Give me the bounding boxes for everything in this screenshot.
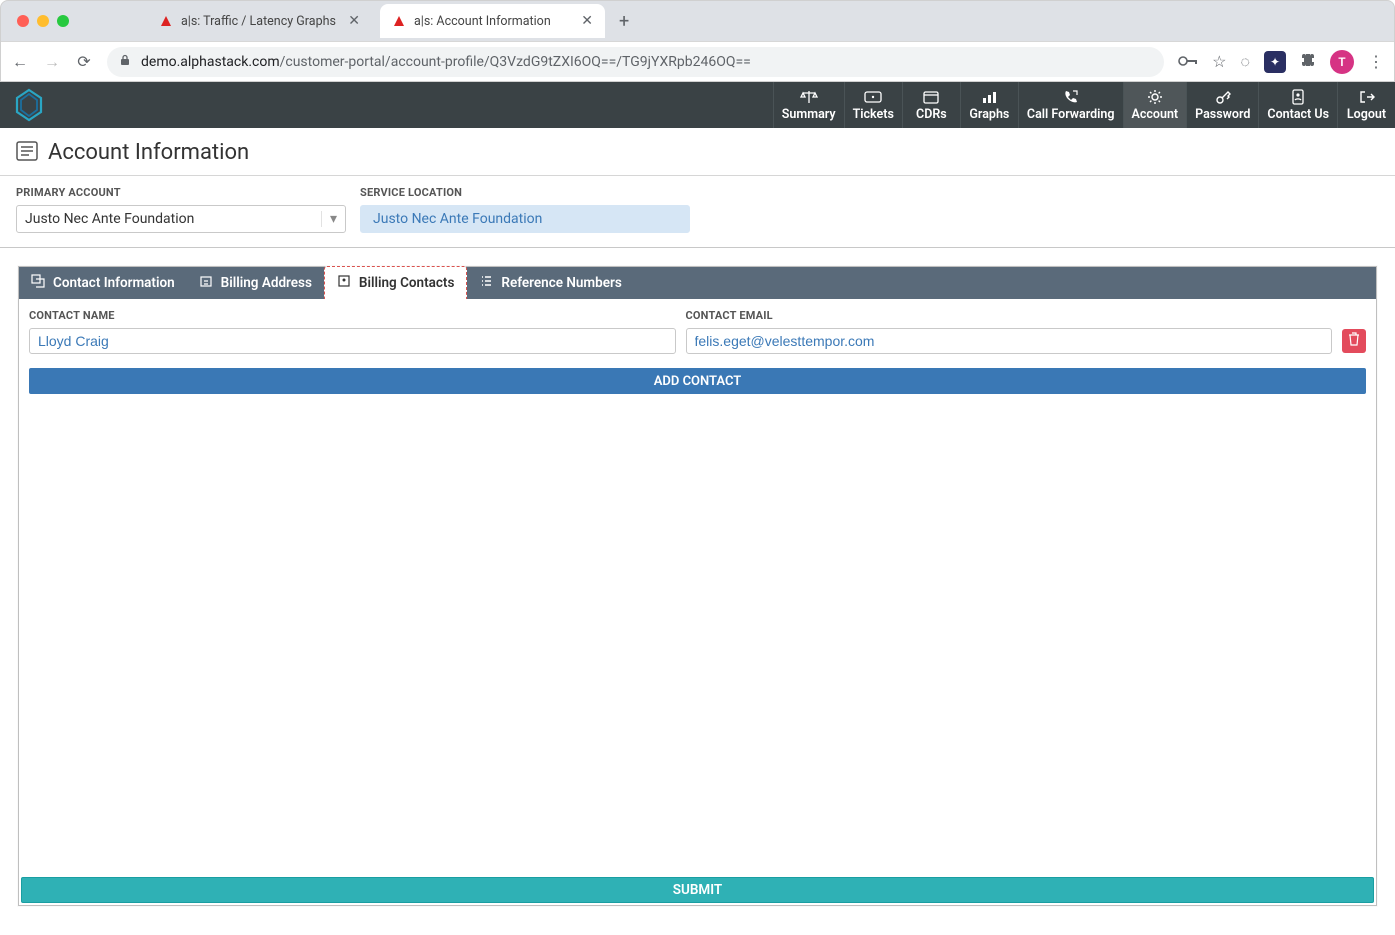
kebab-menu-icon[interactable]: ⋮ — [1368, 52, 1384, 71]
tab-billing-contacts[interactable]: Billing Contacts — [324, 266, 467, 299]
extensions-menu-icon[interactable] — [1300, 52, 1316, 72]
browser-tab[interactable]: a|s: Traffic / Latency Graphs ✕ — [147, 4, 372, 38]
extension-icon[interactable]: ◌ — [1240, 52, 1250, 72]
page-title-bar: Account Information — [0, 128, 1395, 176]
chevron-down-icon: ▾ — [321, 211, 337, 227]
form-icon — [16, 141, 38, 165]
nav-account[interactable]: Account — [1123, 82, 1187, 128]
ticket-icon — [864, 89, 882, 105]
chrome-actions: ☆ ◌ ✦ T ⋮ — [1178, 50, 1384, 74]
profile-avatar[interactable]: T — [1330, 50, 1354, 74]
panel-tabs: Contact Information Billing Address Bill… — [19, 267, 1376, 299]
primary-account-select[interactable]: Justo Nec Ante Foundation ▾ — [16, 205, 346, 233]
nav-cdrs[interactable]: CDRs — [902, 82, 960, 128]
tab-contact-information[interactable]: Contact Information — [19, 267, 187, 299]
key-icon[interactable] — [1178, 52, 1198, 71]
browser-chrome: a|s: Traffic / Latency Graphs ✕ a|s: Acc… — [0, 0, 1395, 82]
contacts-icon — [337, 274, 351, 292]
balance-icon — [800, 89, 818, 105]
chart-icon — [981, 89, 997, 105]
contact-row: CONTACT NAME CONTACT EMAIL — [29, 309, 1366, 354]
favicon-icon — [392, 14, 406, 28]
minimize-window-icon[interactable] — [37, 15, 49, 27]
trash-icon — [1348, 332, 1360, 350]
contact-icon — [1291, 89, 1305, 105]
nav-password[interactable]: Password — [1186, 82, 1258, 128]
maximize-window-icon[interactable] — [57, 15, 69, 27]
logout-icon — [1359, 89, 1375, 105]
nav-call-forwarding[interactable]: Call Forwarding — [1018, 82, 1123, 128]
delete-contact-button[interactable] — [1342, 329, 1366, 353]
submit-button[interactable]: SUBMIT — [21, 877, 1374, 903]
address-icon — [199, 274, 213, 292]
lock-icon — [119, 54, 131, 70]
content-panel: Contact Information Billing Address Bill… — [18, 266, 1377, 906]
url-bar: ← → ⟳ demo.alphastack.com/customer-porta… — [1, 41, 1394, 81]
contact-name-label: CONTACT NAME — [29, 309, 676, 322]
close-tab-icon[interactable]: ✕ — [581, 13, 593, 29]
tab-reference-numbers[interactable]: Reference Numbers — [467, 267, 633, 299]
nav-summary[interactable]: Summary — [773, 82, 844, 128]
window-controls — [17, 15, 69, 27]
browser-tab-title: a|s: Account Information — [414, 14, 569, 29]
contact-email-input[interactable] — [686, 328, 1333, 354]
panel-body: CONTACT NAME CONTACT EMAIL ADD CONTACT — [19, 299, 1376, 875]
nav-contact-us[interactable]: Contact Us — [1258, 82, 1337, 128]
list-icon — [479, 274, 493, 292]
browser-tab-title: a|s: Traffic / Latency Graphs — [181, 14, 336, 29]
contact-email-label: CONTACT EMAIL — [686, 309, 1333, 322]
app-header: Summary Tickets CDRs Graphs Call Forward… — [0, 82, 1395, 128]
browser-tab[interactable]: a|s: Account Information ✕ — [380, 4, 605, 38]
filter-row: PRIMARY ACCOUNT Justo Nec Ante Foundatio… — [0, 176, 1395, 248]
new-tab-button[interactable]: + — [613, 11, 635, 32]
key-icon — [1215, 89, 1231, 105]
address-bar[interactable]: demo.alphastack.com/customer-portal/acco… — [107, 47, 1164, 77]
close-tab-icon[interactable]: ✕ — [348, 13, 360, 29]
tab-billing-address[interactable]: Billing Address — [187, 267, 324, 299]
nav-logout[interactable]: Logout — [1337, 82, 1395, 128]
service-location-chip[interactable]: Justo Nec Ante Foundation — [360, 205, 690, 233]
page-title: Account Information — [48, 140, 249, 165]
link-icon — [31, 274, 45, 292]
brand-logo[interactable] — [0, 82, 58, 128]
reload-icon[interactable]: ⟳ — [75, 52, 93, 71]
tabstrip: a|s: Traffic / Latency Graphs ✕ a|s: Acc… — [1, 1, 1394, 41]
calendar-icon — [923, 89, 939, 105]
nav-graphs[interactable]: Graphs — [960, 82, 1018, 128]
service-location-label: SERVICE LOCATION — [360, 186, 690, 199]
close-window-icon[interactable] — [17, 15, 29, 27]
contact-name-input[interactable] — [29, 328, 676, 354]
primary-account-label: PRIMARY ACCOUNT — [16, 186, 346, 199]
phone-icon — [1063, 89, 1079, 105]
gear-icon — [1147, 89, 1163, 105]
star-icon[interactable]: ☆ — [1212, 52, 1226, 71]
forward-icon[interactable]: → — [43, 52, 61, 72]
back-icon[interactable]: ← — [11, 52, 29, 72]
add-contact-button[interactable]: ADD CONTACT — [29, 368, 1366, 394]
nav-tickets[interactable]: Tickets — [844, 82, 902, 128]
favicon-icon — [159, 14, 173, 28]
extension-badge-icon[interactable]: ✦ — [1264, 51, 1286, 73]
url-text: demo.alphastack.com/customer-portal/acco… — [141, 54, 751, 70]
